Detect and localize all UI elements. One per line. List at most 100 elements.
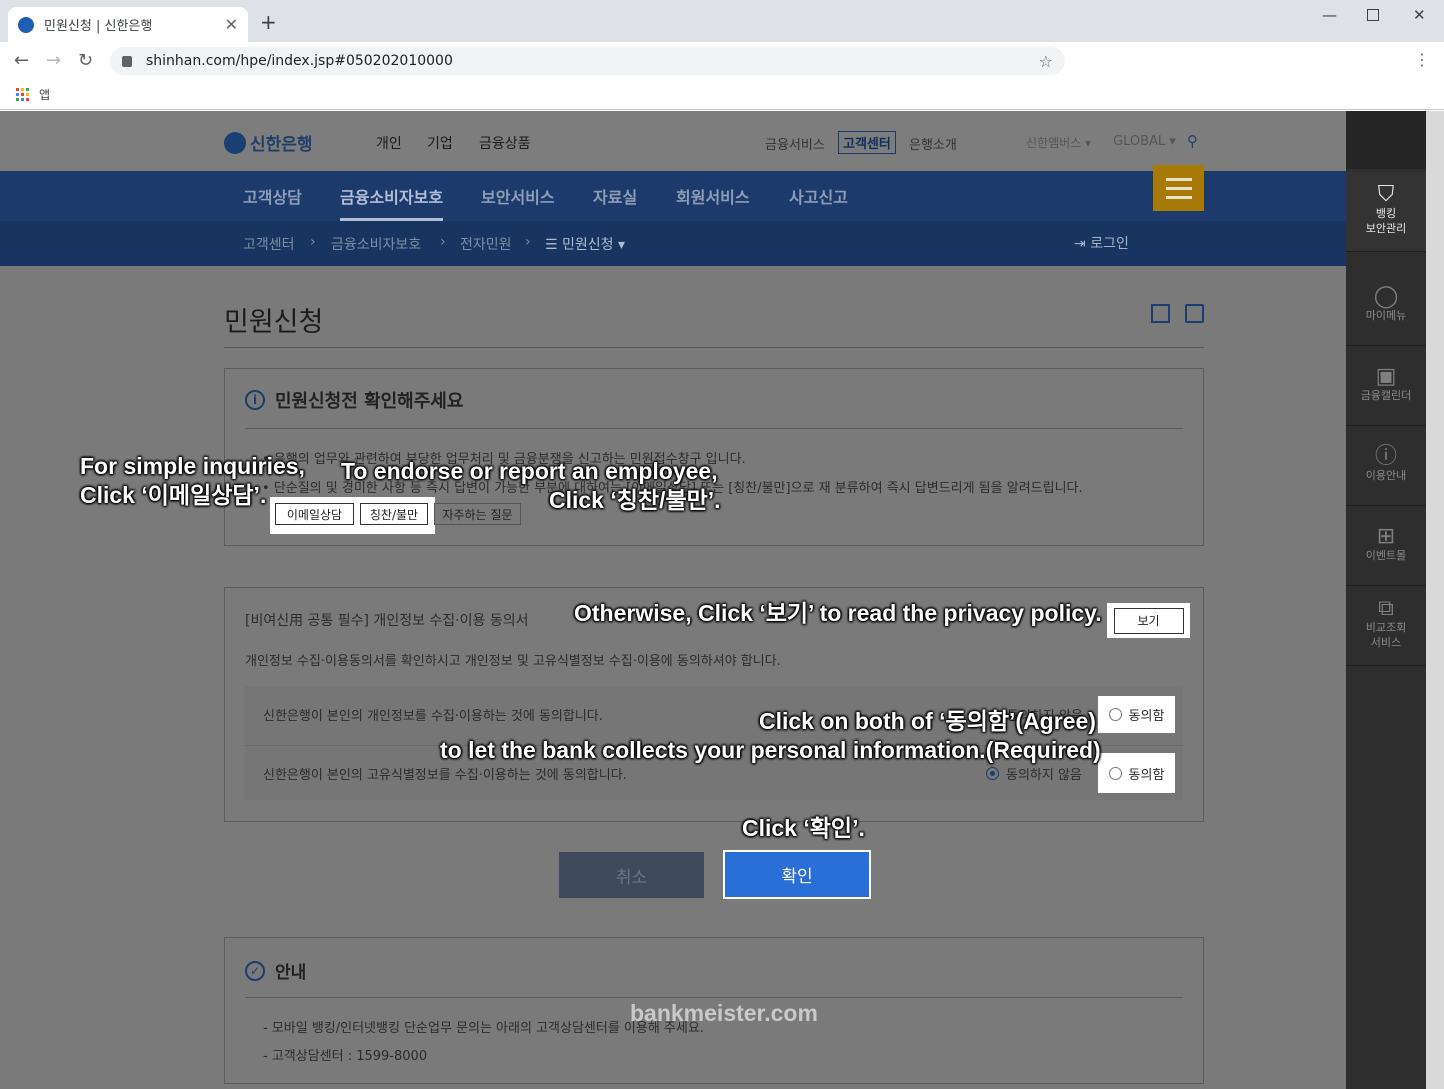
bookmark-star-icon[interactable]: ☆: [1039, 52, 1053, 71]
quick-event[interactable]: ⊞ 이벤트몰: [1346, 506, 1426, 586]
reload-icon[interactable]: ↻: [78, 50, 93, 71]
person-icon: ◯: [1373, 283, 1399, 309]
notice-divider: [245, 428, 1183, 429]
nav-products[interactable]: 금융상품: [479, 133, 531, 153]
disagree-label: 동의하지 않음: [1006, 768, 1082, 783]
annotation-confirm: Click ‘확인’.: [742, 815, 865, 841]
nav-business[interactable]: 기업: [427, 133, 453, 153]
gnb-member[interactable]: 회원서비스: [676, 184, 750, 208]
consent-description: 개인정보 수집·이용동의서를 확인하시고 개인정보 및 고유식별정보 수집·이용…: [245, 654, 781, 669]
login-label: 로그인: [1090, 236, 1129, 252]
info-icon: i: [245, 390, 265, 410]
util-global[interactable]: GLOBAL ▾: [1113, 134, 1176, 149]
chevron-icon: ›: [310, 234, 316, 250]
nav-personal[interactable]: 개인: [376, 133, 402, 153]
hamburger-menu-icon[interactable]: [1153, 165, 1204, 211]
faq-button[interactable]: 자주하는 질문: [434, 503, 521, 525]
tab-title: 민원신청 | 신한은행: [44, 19, 153, 34]
annotation-text: Click ‘이메일상담’.: [80, 482, 267, 508]
info-title: ✓ 안내: [245, 958, 306, 983]
quick-label: 금융캘린더: [1360, 388, 1412, 402]
crumb-consumer-protection[interactable]: 금융소비자보호: [331, 234, 421, 254]
logo-text: 신한은행: [250, 135, 313, 155]
quick-security[interactable]: ⛉ 뱅킹 보안관리: [1346, 172, 1426, 252]
quick-calendar[interactable]: ▣ 금융캘린더: [1346, 346, 1426, 426]
annotation-email: For simple inquiries, Click ‘이메일상담’.: [80, 452, 305, 510]
praise-complaint-button[interactable]: 칭찬/불만: [360, 503, 428, 525]
bookmark-apps-label[interactable]: 앱: [39, 86, 50, 103]
shield-icon: ⛉: [1377, 182, 1395, 207]
crumb-complaint-request[interactable]: ☰ 민원신청 ▾: [545, 234, 625, 254]
lock-icon: [122, 55, 132, 67]
gnb-library[interactable]: 자료실: [593, 184, 637, 208]
breadcrumb: [0, 221, 1346, 266]
agree-row-1-text: 신한은행이 본인의 개인정보를 수집·이용하는 것에 동의합니다.: [263, 709, 603, 724]
close-window-icon[interactable]: ✕: [1413, 6, 1426, 24]
view-policy-button[interactable]: 보기: [1113, 607, 1184, 634]
check-icon: ✓: [245, 960, 265, 981]
notice-title-text: 민원신청전 확인해주세요: [275, 391, 464, 412]
quick-label: 비교조회 서비스: [1365, 621, 1407, 649]
crumb-e-complaint[interactable]: 전자민원: [460, 234, 512, 254]
minimize-icon[interactable]: —: [1322, 6, 1337, 24]
download-icon[interactable]: [1151, 304, 1170, 323]
login-icon: ⇥: [1074, 236, 1091, 252]
annotation-praise-2: Click ‘칭찬/불만’.: [549, 487, 721, 513]
calendar-icon: ▣: [1375, 363, 1397, 389]
info-title-text: 안내: [275, 963, 307, 983]
browser-tab[interactable]: 민원신청 | 신한은행 ✕: [8, 7, 248, 42]
main-nav-bar: [0, 171, 1346, 221]
url-text: shinhan.com/hpe/index.jsp#050202010000: [146, 53, 453, 69]
info-divider: [245, 997, 1183, 998]
cancel-button[interactable]: 취소: [559, 852, 704, 898]
quick-label: 이벤트몰: [1365, 548, 1407, 562]
quick-menu-top: [1346, 111, 1426, 169]
util-about-bank[interactable]: 은행소개: [909, 134, 957, 153]
quick-label: 이용안내: [1365, 468, 1407, 482]
print-icon[interactable]: [1185, 304, 1204, 323]
apps-icon[interactable]: [16, 88, 29, 101]
close-tab-icon[interactable]: ✕: [225, 15, 238, 34]
url-field[interactable]: shinhan.com/hpe/index.jsp#050202010000 ☆: [110, 47, 1065, 75]
shinhan-logo[interactable]: 신한은행: [224, 130, 313, 155]
info-line-2: - 고객상담센터 : 1599-8000: [263, 1049, 428, 1064]
annotation-agree-2: to let the bank collects your personal i…: [440, 737, 1101, 763]
quick-compare[interactable]: ⧉ 비교조회 서비스: [1346, 586, 1426, 666]
gift-icon: ⊞: [1376, 523, 1396, 549]
new-tab-icon[interactable]: +: [260, 10, 277, 34]
chevron-icon: ›: [525, 234, 531, 250]
gnb-consult[interactable]: 고객상담: [243, 184, 302, 208]
util-customer-center[interactable]: 고객센터: [838, 131, 896, 154]
quick-mymenu[interactable]: ◯ 마이메뉴: [1346, 266, 1426, 346]
favicon-icon: [18, 16, 34, 33]
back-icon[interactable]: ←: [14, 50, 29, 71]
agree-label: 동의함: [1128, 709, 1165, 724]
title-divider: [224, 347, 1204, 348]
login-link[interactable]: ⇥ 로그인: [1074, 233, 1129, 253]
notice-title: i 민원신청전 확인해주세요: [245, 387, 463, 413]
gnb-security[interactable]: 보안서비스: [481, 184, 555, 208]
gnb-incident[interactable]: 사고신고: [789, 184, 848, 208]
agree-radio-1[interactable]: 동의함: [1098, 696, 1175, 733]
crumb-customer-center[interactable]: 고객센터: [243, 234, 295, 254]
util-financial-service[interactable]: 금융서비스: [765, 134, 825, 153]
view-highlight: 보기: [1107, 603, 1190, 638]
info-icon: ⓘ: [1374, 443, 1397, 469]
agree-label: 동의함: [1128, 767, 1165, 783]
agree-radio-2[interactable]: 동의함: [1098, 753, 1175, 793]
quick-guide[interactable]: ⓘ 이용안내: [1346, 426, 1426, 506]
maximize-icon[interactable]: [1367, 9, 1379, 21]
annotation-view: Otherwise, Click ‘보기’ to read the privac…: [574, 600, 1102, 626]
scrollbar[interactable]: [1426, 111, 1444, 1089]
util-shinhan-members[interactable]: 신한멤버스 ▾: [1026, 134, 1091, 151]
gnb-consumer-protection[interactable]: 금융소비자보호: [340, 184, 444, 221]
watermark: bankmeister.com: [630, 1000, 818, 1026]
disagree-option-2[interactable]: 동의하지 않음: [986, 764, 1082, 783]
confirm-button[interactable]: 확인: [723, 850, 871, 899]
radio-icon: [1108, 708, 1122, 721]
menu-icon[interactable]: ⋮: [1414, 50, 1430, 69]
search-icon[interactable]: ⚲: [1187, 132, 1198, 150]
quick-label: 뱅킹 보안관리: [1365, 207, 1407, 235]
page-title: 민원신청: [224, 307, 324, 338]
forward-icon[interactable]: →: [46, 50, 61, 71]
